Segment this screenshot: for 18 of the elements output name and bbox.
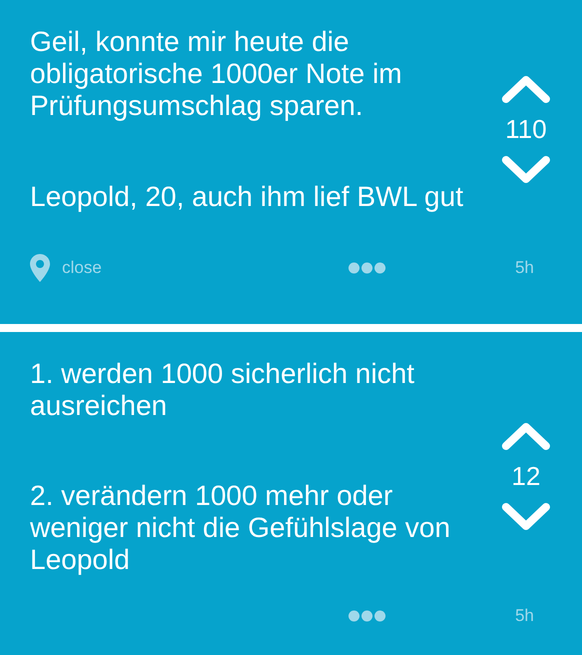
more-options-icon[interactable] <box>348 610 386 622</box>
vote-count: 110 <box>505 114 547 145</box>
downvote-icon[interactable] <box>501 502 551 532</box>
upvote-icon[interactable] <box>501 421 551 452</box>
post-time: 5h <box>514 606 534 626</box>
post-text: 2. verändern 1000 mehr oder weniger nicht die Gefühlslage von Leopold <box>30 480 452 576</box>
post-text: Geil, konnte mir heute die obligatorische 1000er Note im Prüfungsumschlag sparen. <box>30 26 403 123</box>
location-label: close <box>62 258 102 278</box>
post-time: 5h <box>514 258 534 278</box>
vote-count: 12 <box>512 461 540 492</box>
downvote-icon[interactable] <box>501 154 551 185</box>
post-text: Leopold, 20, auch ihm lief BWL gut <box>30 180 464 213</box>
location-pin-icon <box>30 254 50 282</box>
more-options-icon[interactable] <box>348 262 386 274</box>
post-card[interactable]: 1. werden 1000 sicherlich nicht ausreichen 2. verändern 1000 mehr oder weniger nicht die Gefühlslage von Leopold 12 5h <box>0 332 582 655</box>
post-text: 1. werden 1000 sicherlich nicht ausreichen <box>30 358 416 422</box>
post-card[interactable]: Geil, konnte mir heute die obligatorische 1000er Note im Prüfungsumschlag sparen. Leopold, 20, auch ihm lief BWL gut 110 close 5h <box>0 0 582 324</box>
upvote-icon[interactable] <box>501 74 551 104</box>
